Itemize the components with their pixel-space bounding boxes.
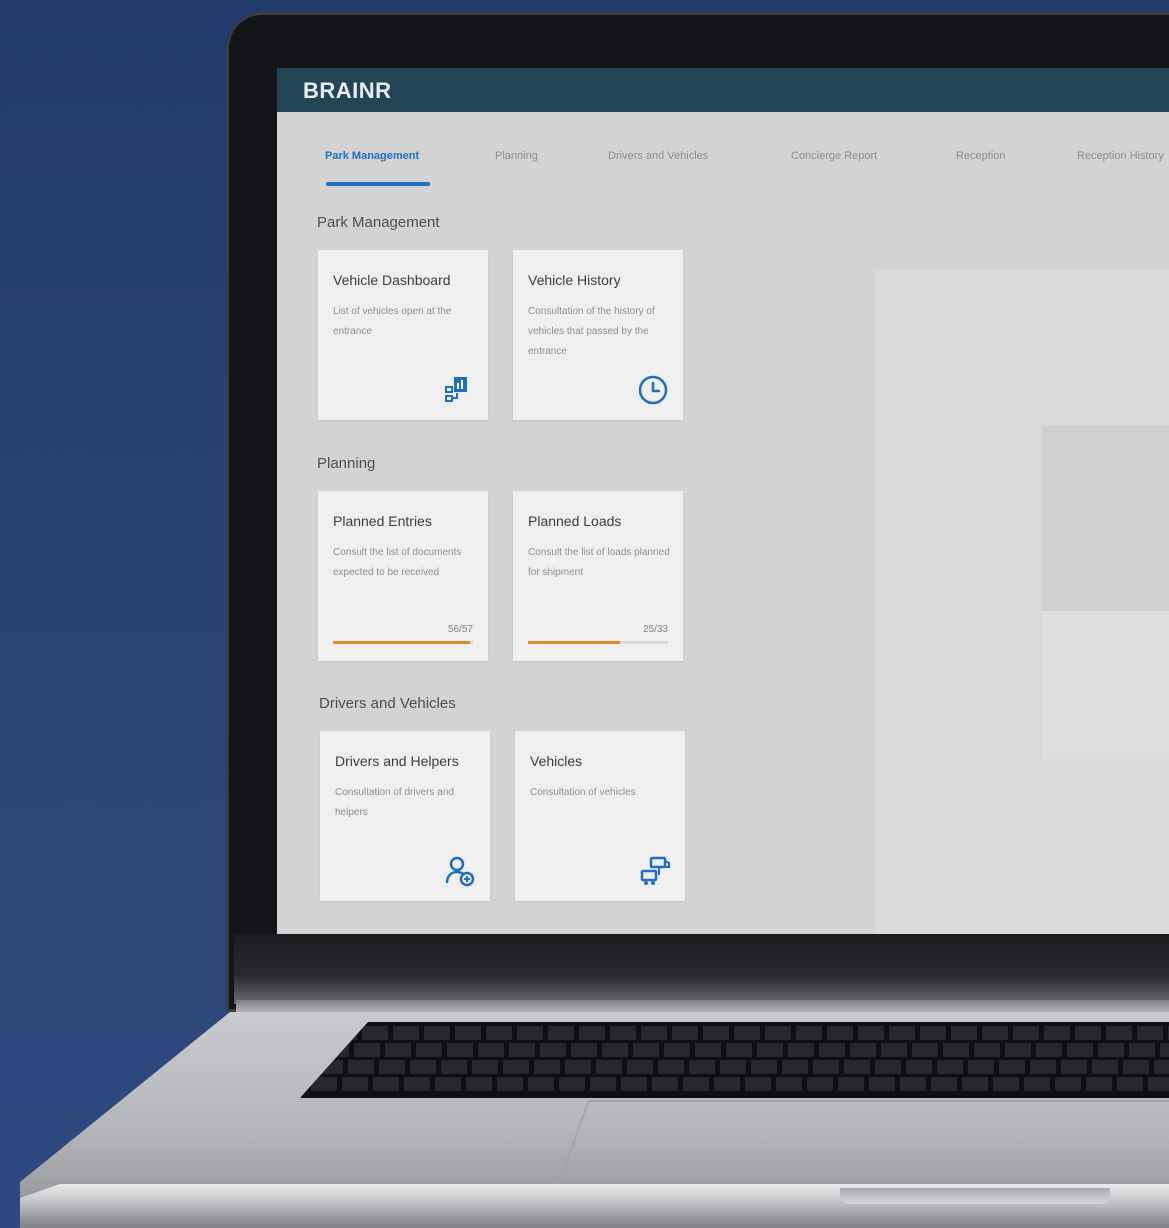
tab-reception[interactable]: Reception [956,150,1006,162]
card-description: List of vehicles open at the entrance [333,306,452,337]
card-vehicle-dashboard[interactable]: Vehicle Dashboard List of vehicles open … [318,250,488,420]
section-title-planning: Planning [317,455,376,472]
card-description: Consult the list of documents expected t… [333,547,462,578]
progress-fill [528,641,621,644]
card-drivers-helpers[interactable]: Drivers and Helpers Consultation of driv… [320,731,490,901]
progress-bar [333,641,473,644]
screen: BRAINR Park Management Planning Drivers … [277,68,1169,934]
tab-reception-history[interactable]: Reception History [1077,150,1164,162]
app-header: BRAINR [277,68,1169,112]
section-title-park: Park Management [317,214,440,231]
section-title-drivers: Drivers and Vehicles [319,695,456,712]
keyboard [300,1022,1169,1098]
card-vehicles[interactable]: Vehicles Consultation of vehicles [515,731,685,901]
card-description: Consultation of drivers and helpers [335,787,454,818]
user-add-icon [445,856,475,887]
trackpad [556,1100,1169,1188]
card-vehicle-history[interactable]: Vehicle History Consultation of the hist… [513,250,683,420]
card-description: Consultation of the history of vehicles … [528,306,655,357]
card-title: Vehicle Dashboard [333,272,451,288]
card-title: Drivers and Helpers [335,753,459,769]
card-planned-loads[interactable]: Planned Loads Consult the list of loads … [513,491,683,661]
card-title: Vehicle History [528,272,621,288]
dashboard-icon [445,377,467,402]
laptop-bezel-bottom [234,934,1169,1004]
card-title: Planned Loads [528,513,622,529]
tab-concierge-report[interactable]: Concierge Report [791,150,877,162]
active-tab-indicator [326,182,430,186]
background-panel [1042,426,1169,611]
tab-planning[interactable]: Planning [495,150,538,162]
brand-logo[interactable]: BRAINR [303,78,392,104]
card-description: Consult the list of loads planned for sh… [528,547,670,578]
truck-icon [640,856,670,885]
laptop-notch [840,1188,1110,1204]
tab-park-management[interactable]: Park Management [325,150,419,162]
tab-drivers-vehicles[interactable]: Drivers and Vehicles [608,150,708,162]
progress-fill [333,641,471,644]
card-planned-entries[interactable]: Planned Entries Consult the list of docu… [318,491,488,661]
card-description: Consultation of vehicles [530,787,636,798]
card-title: Vehicles [530,753,583,769]
card-title: Planned Entries [333,513,432,529]
laptop-hinge [236,1000,1169,1014]
clock-icon [638,375,668,405]
background-panel [1042,611,1169,759]
progress-bar [528,641,668,644]
progress-count: 56/57 [447,624,473,635]
progress-count: 25/33 [642,624,668,635]
